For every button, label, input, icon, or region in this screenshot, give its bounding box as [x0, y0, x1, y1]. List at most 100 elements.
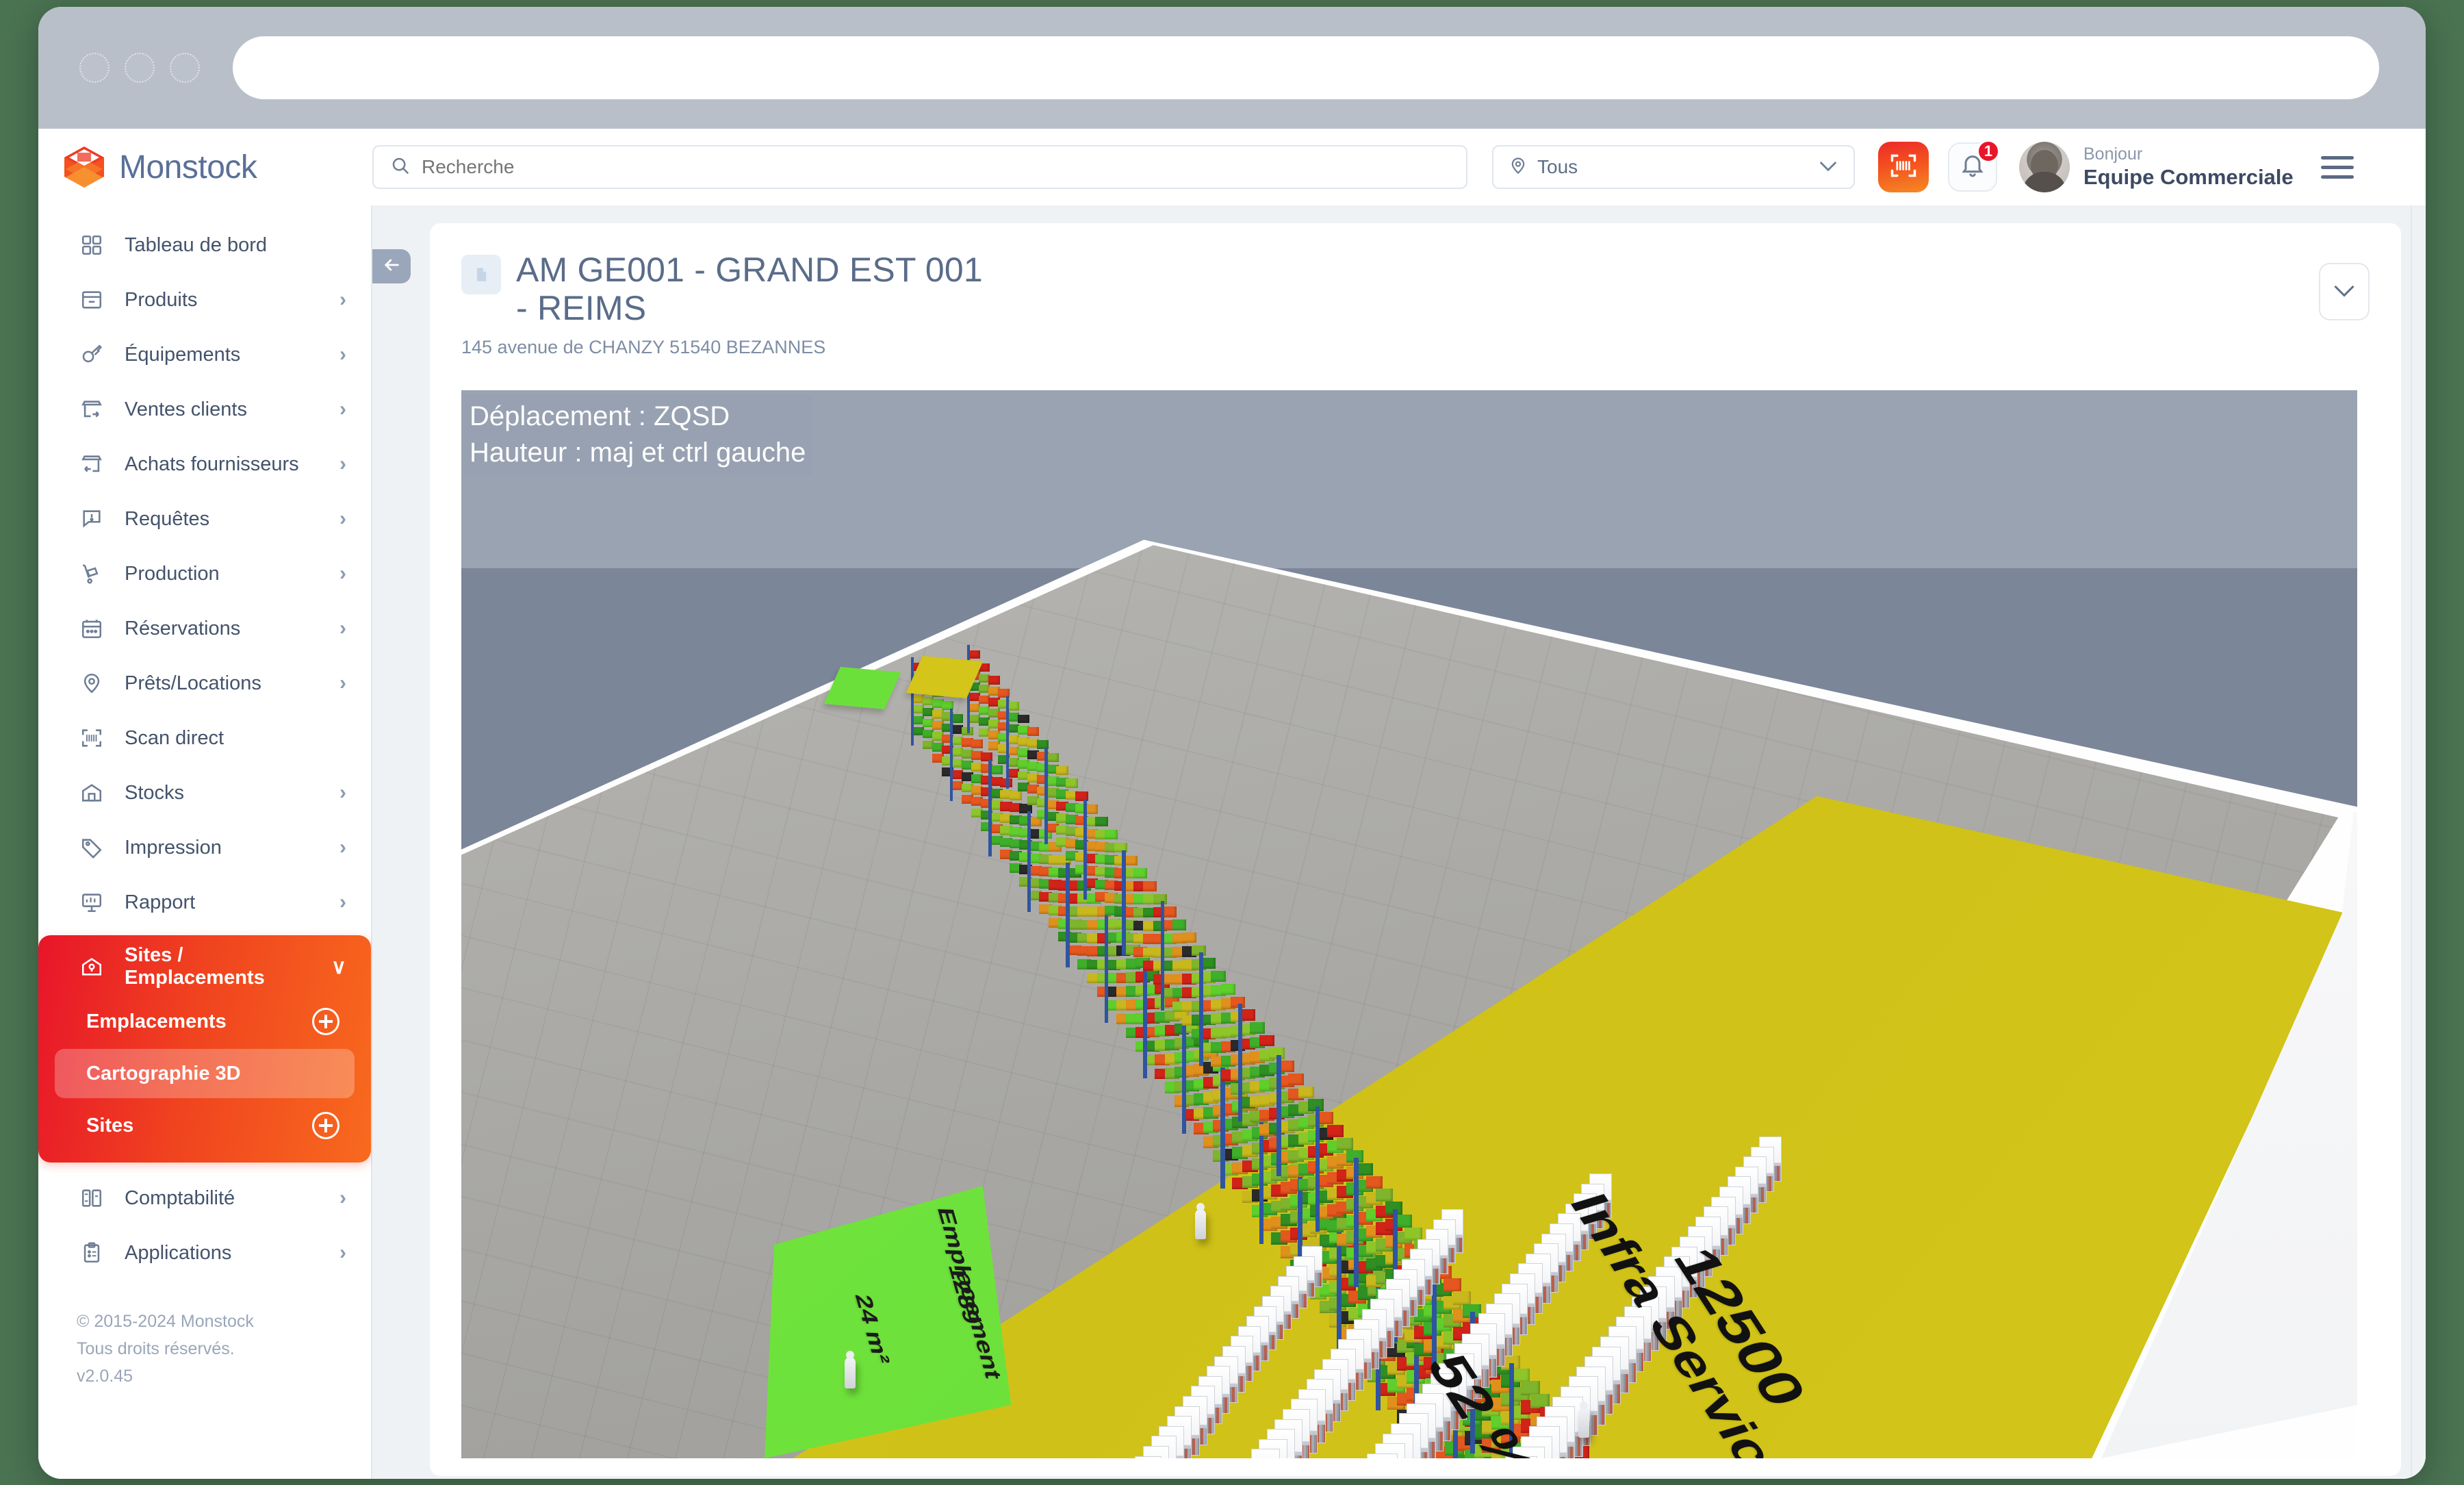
chevron-right-icon: ›: [339, 836, 346, 859]
sidebar-item-ventes-clients[interactable]: Ventes clients ›: [38, 382, 371, 437]
maximize-window-dot[interactable]: [170, 53, 200, 83]
browser-chrome: [38, 7, 2426, 129]
sidebar-item-production[interactable]: Production ›: [38, 546, 371, 601]
alert-bubble-icon: [77, 507, 107, 531]
sidebar-subitem-emplacements[interactable]: Emplacements: [55, 997, 355, 1046]
sidebar-item-applications[interactable]: Applications ›: [38, 1226, 371, 1280]
rack-frame-post: [1083, 799, 1087, 900]
brand-name: Monstock: [119, 149, 257, 186]
chevron-right-icon: ›: [339, 672, 346, 695]
sidebar-item-requetes[interactable]: Requêtes ›: [38, 492, 371, 546]
sidebar-subitem-label: Sites: [86, 1115, 312, 1137]
chevron-right-icon: ›: [339, 507, 346, 531]
sidebar-item-scan-direct[interactable]: Scan direct: [38, 711, 371, 765]
chevron-right-icon: ›: [339, 288, 346, 312]
chevron-down-icon: ∨: [331, 955, 346, 979]
sidebar-item-label: Applications: [125, 1242, 322, 1265]
site-thumbnail-icon: [461, 255, 501, 294]
search-icon: [390, 155, 411, 179]
page-scrollbar[interactable]: [2411, 205, 2426, 1479]
sidebar-item-equipements[interactable]: Équipements ›: [38, 327, 371, 382]
sidebar-item-produits[interactable]: Produits ›: [38, 272, 371, 327]
store-in-icon: [77, 453, 107, 476]
rack-frame-post: [1316, 1106, 1320, 1232]
expand-panel-button[interactable]: [2319, 263, 2370, 320]
add-site-icon[interactable]: [312, 1112, 339, 1139]
sidebar-footer: © 2015-2024 Monstock Tous droits réservé…: [38, 1280, 371, 1390]
wrench-icon: [77, 343, 107, 366]
sidebar-item-label: Stocks: [125, 782, 322, 804]
app-shell: Monstock Tous: [38, 129, 2426, 1479]
sidebar-item-reservations[interactable]: Réservations ›: [38, 601, 371, 656]
address-bar[interactable]: [233, 36, 2379, 99]
rack-frame-post: [988, 760, 992, 856]
sidebar-item-label: Tableau de bord: [125, 234, 329, 257]
sidebar-item-prets-locations[interactable]: Prêts/Locations ›: [38, 656, 371, 711]
pallet-rack-unit: [1251, 1449, 1280, 1458]
rack-frame-post: [1044, 748, 1048, 844]
sidebar-group-sites-emplacements: Sites / Emplacements ∨ Emplacements Cart…: [38, 935, 371, 1163]
pin-icon: [77, 672, 107, 695]
sidebar-item-label: Ventes clients: [125, 398, 322, 421]
sidebar-item-label: Rapport: [125, 891, 322, 914]
location-pin-icon: [1509, 156, 1528, 179]
sidebar-item-sites-emplacements[interactable]: Sites / Emplacements ∨: [38, 939, 371, 994]
greeting-label: Bonjour: [2083, 144, 2294, 165]
sidebar-subitem-sites[interactable]: Sites: [55, 1101, 355, 1150]
sidebar-collapse-button[interactable]: [372, 249, 411, 283]
rack-frame-post: [1105, 913, 1109, 1022]
rack-frame-post: [1027, 811, 1031, 912]
rack-frame-post: [911, 657, 914, 746]
rack-frame-post: [1220, 1067, 1224, 1189]
close-window-dot[interactable]: [79, 53, 110, 83]
chevron-right-icon: ›: [339, 1186, 346, 1210]
sidebar-item-label: Équipements: [125, 344, 322, 366]
minimize-window-dot[interactable]: [125, 53, 155, 83]
notifications-button[interactable]: 1: [1948, 142, 1997, 192]
sidebar-item-comptabilite[interactable]: Comptabilité ›: [38, 1171, 371, 1226]
user-greeting-block: Bonjour Equipe Commerciale: [2083, 144, 2294, 190]
warehouse-icon: [77, 781, 107, 804]
site-pin-icon: [77, 955, 107, 978]
sidebar-subitem-cartographie-3d[interactable]: Cartographie 3D: [55, 1049, 355, 1098]
warehouse-3d-viewport[interactable]: 12500 Infra Service 52 % 1289 Emplacemen…: [461, 390, 2357, 1458]
scan-barcode-button[interactable]: [1878, 142, 1929, 192]
tag-icon: [77, 836, 107, 859]
sidebar-item-label: Réservations: [125, 618, 322, 640]
scene-worker: [1578, 1408, 1589, 1438]
window-traffic-lights: [79, 53, 200, 83]
rack-frame-post: [950, 709, 953, 801]
chevron-right-icon: ›: [339, 398, 346, 421]
brand-logo[interactable]: Monstock: [38, 144, 372, 190]
rack-frame-post: [1276, 1055, 1281, 1176]
chevron-right-icon: ›: [339, 562, 346, 585]
sidebar-item-stocks[interactable]: Stocks ›: [38, 765, 371, 820]
search-bar[interactable]: [372, 145, 1467, 189]
user-menu[interactable]: Bonjour Equipe Commerciale: [2019, 142, 2294, 192]
sidebar-subitem-label: Cartographie 3D: [86, 1063, 339, 1085]
rack-frame-post: [1161, 901, 1165, 1010]
sidebar-item-label: Impression: [125, 837, 322, 859]
add-emplacement-icon[interactable]: [312, 1008, 339, 1035]
barcode-scan-icon: [1888, 151, 1918, 184]
search-input[interactable]: [422, 156, 1450, 178]
menu-toggle-button[interactable]: [2321, 150, 2354, 185]
site-filter-value: Tous: [1537, 156, 1808, 178]
user-name: Equipe Commerciale: [2083, 164, 2294, 190]
sidebar-item-rapport[interactable]: Rapport ›: [38, 875, 371, 930]
dashboard-icon: [77, 233, 107, 257]
rack-frame-post: [1143, 965, 1147, 1078]
rack-frame-post: [1354, 1158, 1359, 1287]
sidebar-group-label: Sites / Emplacements: [125, 944, 313, 989]
sidebar-item-achats-fournisseurs[interactable]: Achats fournisseurs ›: [38, 437, 371, 492]
sidebar-subitem-label: Emplacements: [86, 1011, 312, 1033]
site-address: 145 avenue de CHANZY 51540 BEZANNES: [461, 337, 2319, 358]
monstock-cube-icon: [62, 144, 107, 190]
ledger-icon: [77, 1186, 107, 1210]
site-filter-select[interactable]: Tous: [1492, 145, 1855, 189]
chevron-right-icon: ›: [339, 617, 346, 640]
calendar-icon: [77, 617, 107, 640]
site-card: AM GE001 - GRAND EST 001 - REIMS 145 ave…: [430, 223, 2401, 1476]
sidebar-item-tableau-de-bord[interactable]: Tableau de bord: [38, 218, 371, 272]
sidebar-item-impression[interactable]: Impression ›: [38, 820, 371, 875]
